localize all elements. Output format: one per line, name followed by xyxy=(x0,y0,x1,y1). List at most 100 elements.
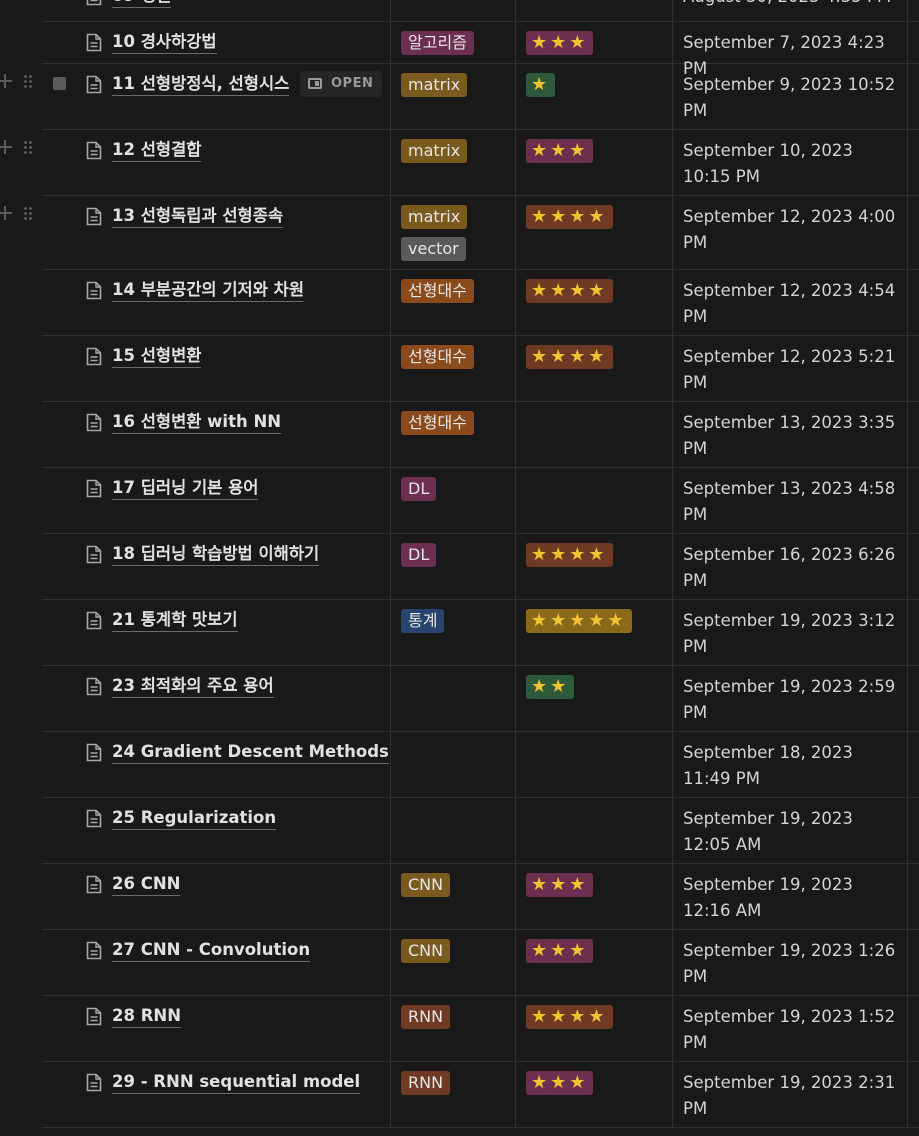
table-row[interactable]: 12 선형결합 matrix ★★★ September 10, 2023 10:15… xyxy=(0,130,919,196)
open-label: OPEN xyxy=(331,76,374,91)
page-title-link[interactable]: 09 행렬 xyxy=(112,0,172,8)
table-row[interactable]: 24 Gradient Descent Methods September 18,… xyxy=(0,732,919,798)
page-title-link[interactable]: 11 선형방정식, 선형시스 xyxy=(112,73,290,96)
title-cell[interactable]: 23 최적화의 주요 용어 xyxy=(86,675,386,701)
page-title-link[interactable]: 12 선형결합 xyxy=(112,139,202,162)
title-cell[interactable]: 18 딥러닝 학습방법 이해하기 xyxy=(86,543,386,569)
page-icon xyxy=(86,0,102,6)
page-icon xyxy=(86,75,102,94)
page-title-link[interactable]: 27 CNN - Convolution xyxy=(112,939,311,962)
table-row[interactable]: 26 CNN CNN ★★★ September 19, 2023 12:16 AM xyxy=(0,864,919,930)
page-title-link[interactable]: 13 선형독립과 선형종속 xyxy=(112,205,284,228)
tag-chip: vector xyxy=(401,237,466,261)
tag-chip: RNN xyxy=(401,1005,451,1029)
table-row[interactable]: 23 최적화의 주요 용어 ★★ September 19, 2023 2:59 P… xyxy=(0,666,919,732)
tag-chip: DL xyxy=(401,477,437,501)
table-row[interactable]: 13 선형독립과 선형종속 matrix vector ★★★★ September 1… xyxy=(0,196,919,270)
table-row[interactable]: 15 선형변환 선형대수 ★★★★ September 12, 2023 5:21 P… xyxy=(0,336,919,402)
title-cell[interactable]: 13 선형독립과 선형종속 xyxy=(86,205,386,231)
page-icon xyxy=(86,1007,102,1026)
table-row[interactable]: 28 RNN RNN ★★★★ September 19, 2023 1:52 PM xyxy=(0,996,919,1062)
title-cell[interactable]: 14 부분공간의 기저와 차원 xyxy=(86,279,386,305)
page-icon xyxy=(86,743,102,762)
title-cell[interactable]: 26 CNN xyxy=(86,873,386,899)
page-title-link[interactable]: 18 딥러닝 학습방법 이해하기 xyxy=(112,543,320,566)
row-gutter xyxy=(0,130,70,160)
table-row[interactable]: 25 Regularization September 19, 2023 12:0… xyxy=(0,798,919,864)
drag-handle-icon[interactable] xyxy=(23,140,33,156)
page-icon xyxy=(86,141,102,160)
page-icon xyxy=(86,1073,102,1092)
tag-chip: matrix xyxy=(401,73,468,97)
side-peek-icon xyxy=(308,78,322,89)
row-select-checkbox[interactable] xyxy=(53,77,66,90)
created-date: September 16, 2023 6:26 PM xyxy=(683,545,896,590)
title-cell[interactable]: 24 Gradient Descent Methods xyxy=(86,741,389,767)
title-cell[interactable]: 29 - RNN sequential model xyxy=(86,1071,386,1097)
rating-stars: ★★★ xyxy=(526,139,594,163)
page-title-link[interactable]: 16 선형변환 with NN xyxy=(112,411,282,434)
table-row[interactable]: 16 선형변환 with NN 선형대수 September 13, 2023 3:… xyxy=(0,402,919,468)
page-icon xyxy=(86,809,102,828)
table-row[interactable]: 10 경사하강법 알고리즘 ★★★ September 7, 2023 4:23 PM xyxy=(0,22,919,78)
table-row[interactable]: 09 행렬 August 30, 2023 4:35 PM xyxy=(0,0,919,22)
tag-chip: RNN xyxy=(401,1071,451,1095)
table-row[interactable]: 18 딥러닝 학습방법 이해하기 DL ★★★★ September 16, 2023… xyxy=(0,534,919,600)
rating-stars: ★★★★ xyxy=(526,345,613,369)
rating-stars: ★★★★★ xyxy=(526,609,632,633)
title-cell[interactable]: 27 CNN - Convolution xyxy=(86,939,386,965)
created-date: September 18, 2023 11:49 PM xyxy=(683,743,853,788)
page-icon xyxy=(86,207,102,226)
rating-stars: ★★★ xyxy=(526,873,594,897)
row-gutter xyxy=(0,64,70,94)
title-cell[interactable]: 15 선형변환 xyxy=(86,345,386,371)
table-row[interactable]: 11 선형방정식, 선형시스 matrix ★ September 9, 2023 1… xyxy=(0,64,919,130)
page-title-link[interactable]: 28 RNN xyxy=(112,1005,182,1028)
open-page-button[interactable]: OPEN xyxy=(300,71,382,97)
tag-chip: CNN xyxy=(401,939,451,963)
add-row-plus-icon[interactable] xyxy=(0,74,12,88)
created-date: September 12, 2023 5:21 PM xyxy=(683,347,896,392)
title-cell[interactable]: 17 딥러닝 기본 용어 xyxy=(86,477,386,503)
add-row-plus-icon[interactable] xyxy=(0,206,12,220)
page-title-link[interactable]: 21 통계학 맛보기 xyxy=(112,609,238,632)
row-gutter xyxy=(0,196,70,226)
tag-chip: 선형대수 xyxy=(401,279,474,303)
table-row[interactable]: 17 딥러닝 기본 용어 DL September 13, 2023 4:58 PM xyxy=(0,468,919,534)
page-title-link[interactable]: 14 부분공간의 기저와 차원 xyxy=(112,279,304,302)
table-row[interactable]: 21 통계학 맛보기 통계 ★★★★★ September 19, 2023 3:12… xyxy=(0,600,919,666)
created-date: September 19, 2023 1:26 PM xyxy=(683,941,896,986)
page-icon xyxy=(86,413,102,432)
page-title-link[interactable]: 15 선형변환 xyxy=(112,345,202,368)
title-cell[interactable]: 12 선형결합 xyxy=(86,139,386,165)
created-date: September 19, 2023 12:05 AM xyxy=(683,809,853,854)
table-row[interactable]: 14 부분공간의 기저와 차원 선형대수 ★★★★ September 12, 202… xyxy=(0,270,919,336)
page-icon xyxy=(86,33,102,52)
title-cell[interactable]: 21 통계학 맛보기 xyxy=(86,609,386,635)
table-row[interactable]: 29 - RNN sequential model RNN ★★★ September… xyxy=(0,1062,919,1128)
created-date: September 19, 2023 12:16 AM xyxy=(683,875,853,920)
title-cell[interactable]: 16 선형변환 with NN xyxy=(86,411,386,437)
created-date: September 19, 2023 3:12 PM xyxy=(683,611,896,656)
created-date: September 19, 2023 2:31 PM xyxy=(683,1073,896,1118)
row-divider xyxy=(42,1127,919,1128)
rating-stars: ★ xyxy=(526,73,556,97)
page-title-link[interactable]: 17 딥러닝 기본 용어 xyxy=(112,477,259,500)
page-title-link[interactable]: 25 Regularization xyxy=(112,807,277,830)
drag-handle-icon[interactable] xyxy=(23,206,33,222)
title-cell[interactable]: 25 Regularization xyxy=(86,807,386,833)
page-title-link[interactable]: 29 - RNN sequential model xyxy=(112,1071,361,1094)
page-title-link[interactable]: 24 Gradient Descent Methods xyxy=(112,741,389,764)
rating-stars: ★★★★ xyxy=(526,1005,613,1029)
title-cell[interactable]: 10 경사하강법 xyxy=(86,31,386,57)
page-title-link[interactable]: 26 CNN xyxy=(112,873,181,896)
title-cell[interactable]: 09 행렬 xyxy=(86,0,386,11)
add-row-plus-icon[interactable] xyxy=(0,140,12,154)
title-cell[interactable]: 28 RNN xyxy=(86,1005,386,1031)
page-title-link[interactable]: 10 경사하강법 xyxy=(112,31,217,54)
drag-handle-icon[interactable] xyxy=(23,74,33,90)
table-row[interactable]: 27 CNN - Convolution CNN ★★★ September 19, … xyxy=(0,930,919,996)
page-title-link[interactable]: 23 최적화의 주요 용어 xyxy=(112,675,274,698)
created-date: September 12, 2023 4:00 PM xyxy=(683,207,896,252)
page-icon xyxy=(86,677,102,696)
